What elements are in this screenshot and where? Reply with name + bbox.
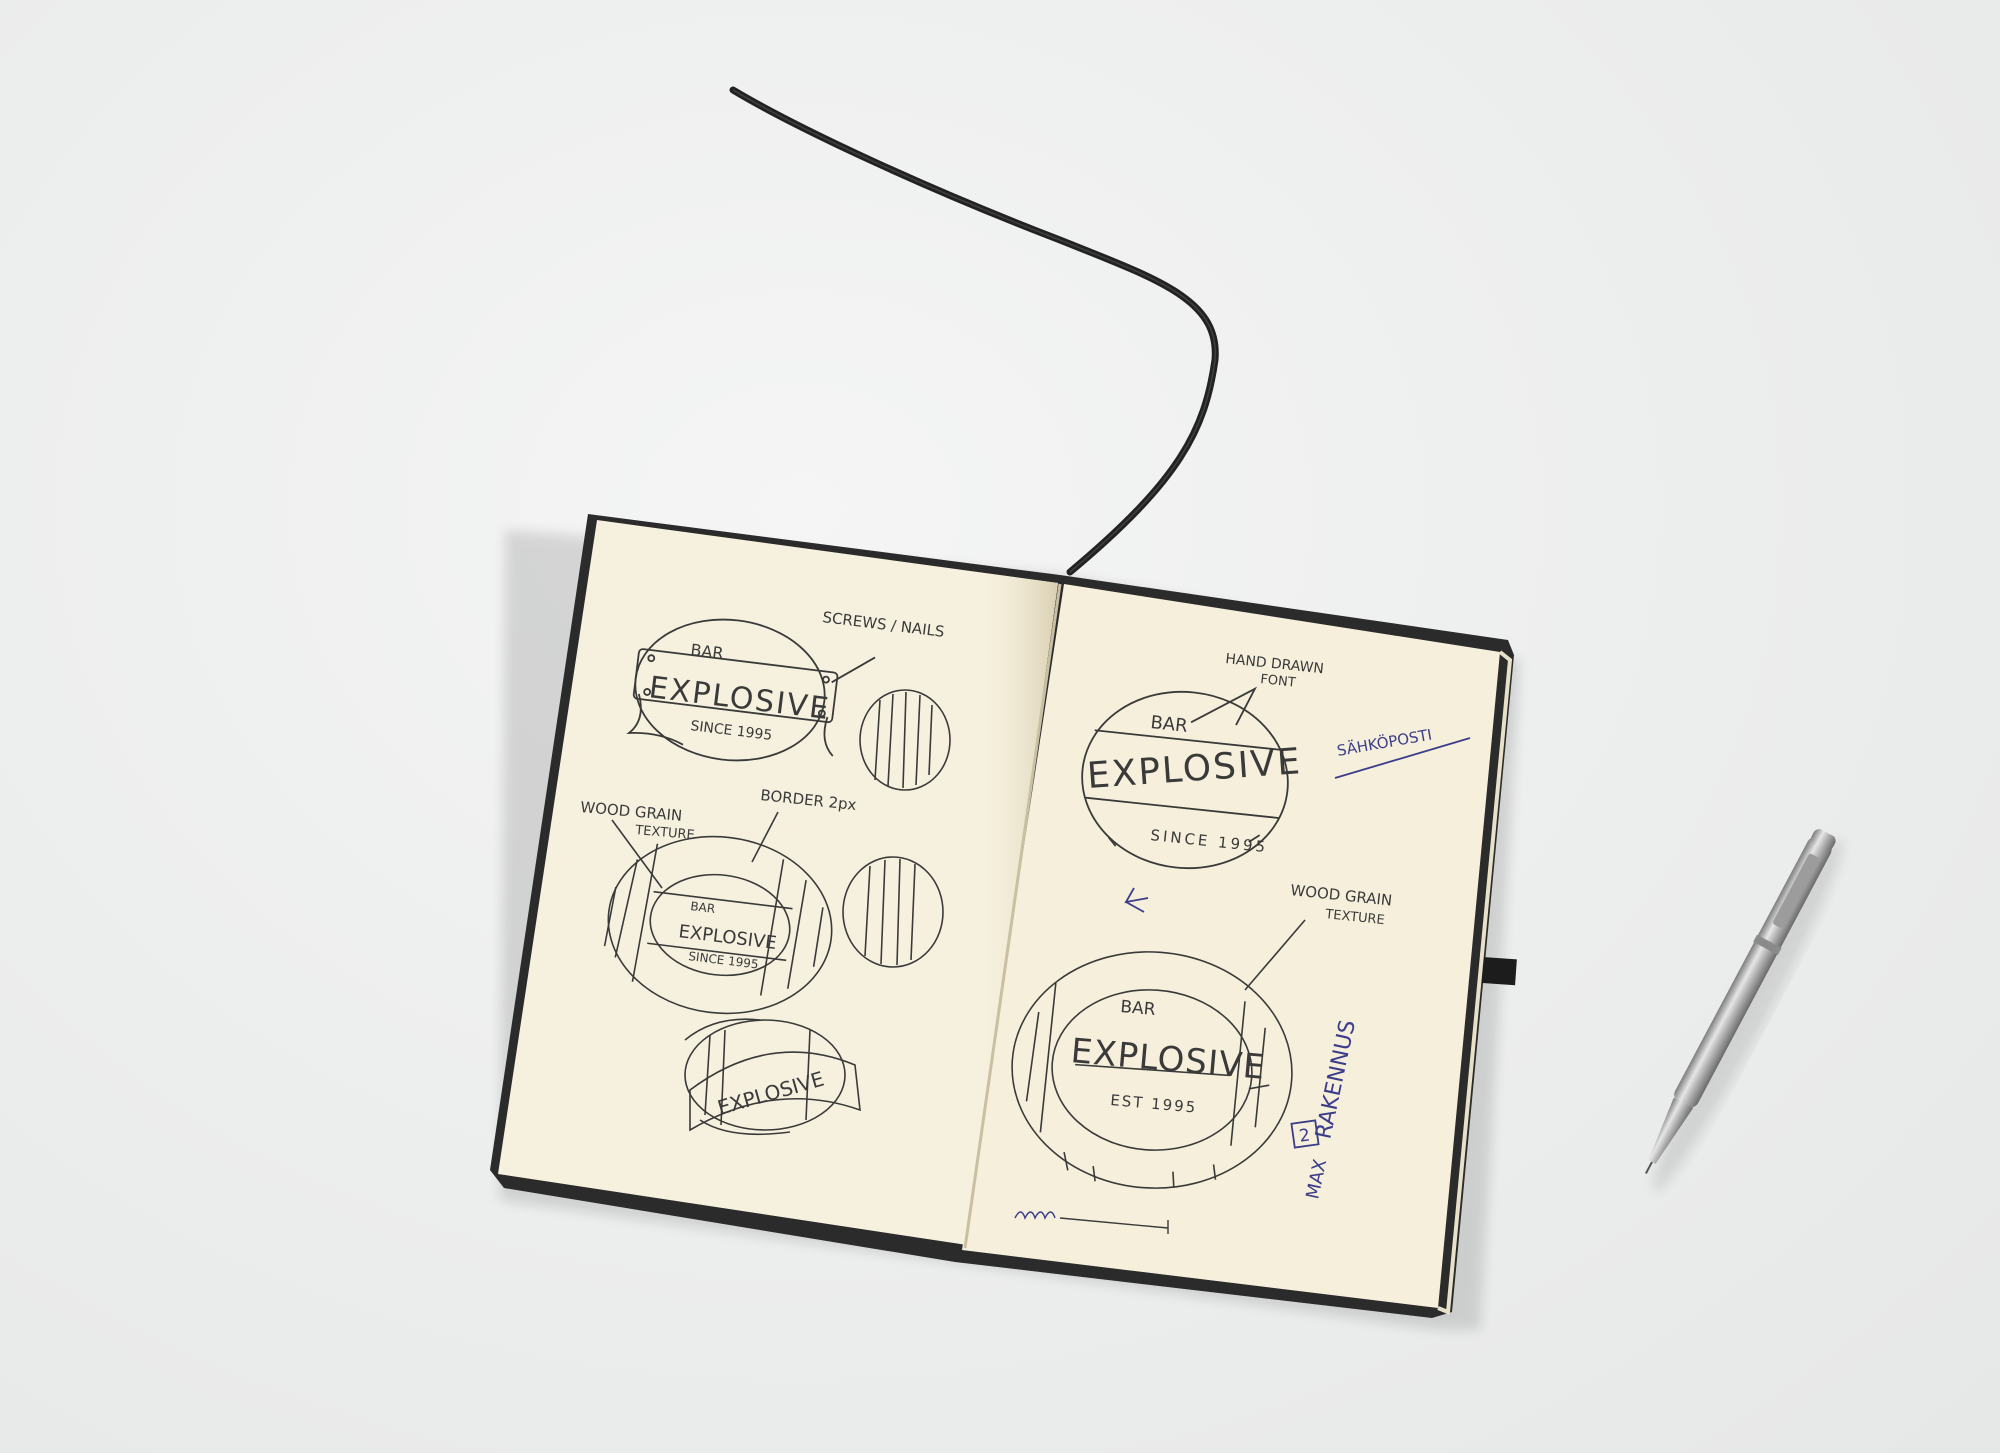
left-sketch-2-top: BAR — [690, 899, 716, 916]
left-sketch-1-top: BAR — [690, 640, 725, 663]
bookmark-ribbon — [729, 86, 1219, 576]
right-sketch-2-top: BAR — [1120, 997, 1157, 1020]
right-sketch-1-top: BAR — [1149, 712, 1188, 737]
ballpoint-pen — [1644, 829, 1844, 1192]
photo-scene: BAR EXPLOSIVE SINCE 1995 SCREWS / NAILS … — [490, 86, 1844, 1330]
